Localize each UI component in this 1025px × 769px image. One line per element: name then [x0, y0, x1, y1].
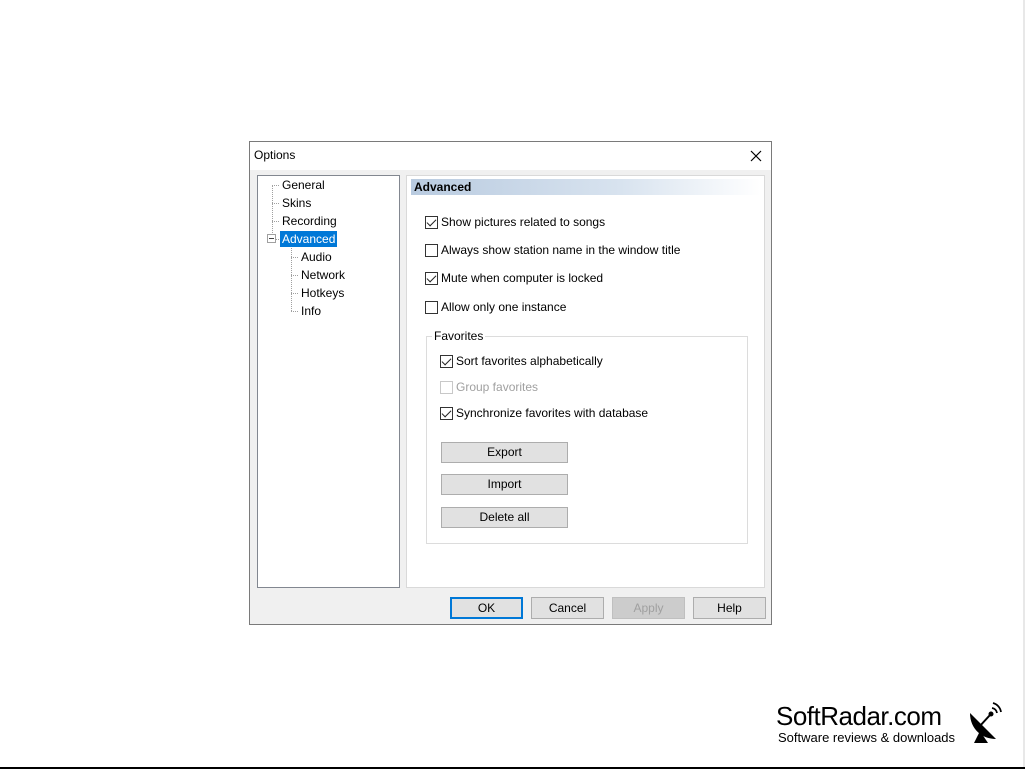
- tree-item-recording[interactable]: Recording: [280, 213, 339, 229]
- close-button[interactable]: [741, 142, 771, 170]
- tree-connector: [276, 239, 279, 240]
- option-mute-locked[interactable]: Mute when computer is locked: [425, 270, 603, 286]
- tree-connector: [272, 185, 273, 239]
- tree-item-audio[interactable]: Audio: [299, 249, 334, 265]
- dialog-title: Options: [254, 148, 296, 162]
- import-button[interactable]: Import: [441, 474, 568, 495]
- advanced-panel: Advanced Show pictures related to songs …: [406, 175, 765, 588]
- tree-connector: [272, 221, 279, 222]
- tree-connector: [291, 275, 298, 276]
- help-button[interactable]: Help: [693, 597, 766, 619]
- tree-connector: [291, 311, 298, 312]
- tree-item-skins[interactable]: Skins: [280, 195, 313, 211]
- option-show-pictures[interactable]: Show pictures related to songs: [425, 214, 605, 230]
- panel-title: Advanced: [414, 180, 472, 194]
- tree-connector: [291, 293, 298, 294]
- tree-item-general[interactable]: General: [280, 177, 327, 193]
- satellite-dish-icon: [970, 702, 1002, 743]
- option-label: Show pictures related to songs: [441, 215, 606, 229]
- tree-item-info[interactable]: Info: [299, 303, 323, 319]
- softradar-watermark: SoftRadar.com Software reviews & downloa…: [776, 701, 1002, 745]
- checkbox[interactable]: [425, 215, 438, 229]
- options-tree[interactable]: General Skins Recording Advanced Audio N…: [257, 175, 400, 588]
- option-label: Group favorites: [456, 380, 539, 394]
- option-sort-favorites[interactable]: Sort favorites alphabetically: [440, 353, 603, 369]
- option-group-favorites[interactable]: Group favorites: [440, 379, 538, 395]
- export-button[interactable]: Export: [441, 442, 568, 463]
- tree-connector: [272, 203, 279, 204]
- checkbox[interactable]: [425, 271, 438, 285]
- option-label: Synchronize favorites with database: [456, 406, 649, 420]
- close-icon: [750, 150, 762, 162]
- watermark-tagline: Software reviews & downloads: [778, 730, 956, 745]
- option-label: Always show station name in the window t…: [441, 243, 681, 257]
- favorites-group-label: Favorites: [432, 329, 486, 343]
- option-one-instance[interactable]: Allow only one instance: [425, 299, 566, 315]
- tree-item-network[interactable]: Network: [299, 267, 347, 283]
- ok-button[interactable]: OK: [450, 597, 523, 619]
- apply-button[interactable]: Apply: [612, 597, 685, 619]
- collapse-icon[interactable]: [267, 234, 276, 243]
- option-station-name-title[interactable]: Always show station name in the window t…: [425, 242, 680, 258]
- option-label: Sort favorites alphabetically: [456, 354, 603, 368]
- checkbox[interactable]: [440, 354, 453, 368]
- dialog-titlebar[interactable]: Options: [250, 142, 771, 170]
- checkbox[interactable]: [425, 243, 438, 257]
- tree-item-hotkeys[interactable]: Hotkeys: [299, 285, 346, 301]
- tree-connector: [291, 257, 298, 258]
- favorites-group: Favorites Sort favorites alphabetically …: [426, 329, 748, 544]
- delete-all-button[interactable]: Delete all: [441, 507, 568, 528]
- option-sync-favorites[interactable]: Synchronize favorites with database: [440, 405, 648, 421]
- tree-connector: [272, 185, 279, 186]
- cancel-button[interactable]: Cancel: [531, 597, 604, 619]
- checkbox[interactable]: [440, 406, 453, 420]
- panel-header: Advanced: [411, 179, 761, 195]
- option-label: Mute when computer is locked: [441, 271, 604, 285]
- checkbox[interactable]: [440, 380, 453, 394]
- checkbox[interactable]: [425, 300, 438, 314]
- option-label: Allow only one instance: [441, 300, 567, 314]
- watermark-brand: SoftRadar.com: [776, 701, 942, 731]
- options-dialog: Options General Skins Recording Advanced…: [249, 141, 772, 625]
- tree-item-advanced[interactable]: Advanced: [280, 231, 338, 247]
